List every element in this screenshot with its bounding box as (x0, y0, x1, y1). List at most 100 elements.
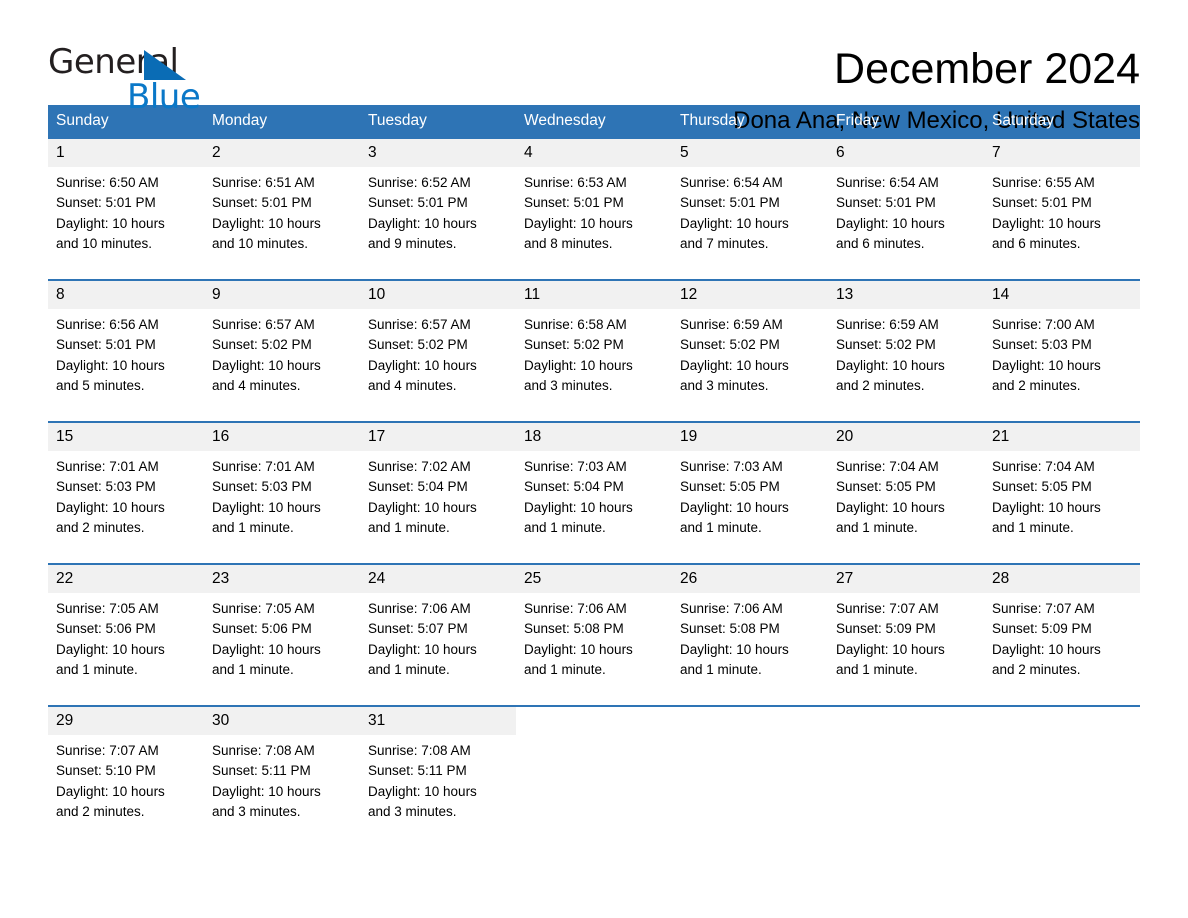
day-cell[interactable]: Sunrise: 7:05 AM Sunset: 5:06 PM Daylight:… (48, 593, 204, 706)
daylight-text-line1: Daylight: 10 hours (524, 641, 633, 657)
day-cell[interactable]: Sunrise: 7:06 AM Sunset: 5:08 PM Daylight:… (516, 593, 672, 706)
day-number[interactable]: 31 (360, 707, 516, 735)
sunset-text: Sunset: 5:08 PM (680, 621, 780, 637)
week-detail-row: Sunrise: 7:07 AM Sunset: 5:10 PM Daylight:… (48, 735, 1140, 847)
daylight-text-line2: and 10 minutes. (56, 235, 153, 251)
daylight-text-line1: Daylight: 10 hours (368, 783, 477, 799)
day-cell[interactable]: Sunrise: 6:57 AM Sunset: 5:02 PM Daylight:… (360, 309, 516, 422)
sunrise-text: Sunrise: 7:05 AM (56, 601, 159, 616)
day-number[interactable]: 10 (360, 281, 516, 309)
day-number[interactable]: 18 (516, 423, 672, 451)
daylight-text-line1: Daylight: 10 hours (212, 499, 321, 515)
day-number[interactable]: 29 (48, 707, 204, 735)
day-cell[interactable]: Sunrise: 6:54 AM Sunset: 5:01 PM Daylight:… (828, 167, 984, 280)
generalblue-logo[interactable]: General Blue (48, 42, 201, 117)
page-title: December 2024 (834, 45, 1140, 93)
day-number[interactable]: 4 (516, 139, 672, 167)
day-number[interactable]: 14 (984, 281, 1140, 309)
day-cell[interactable]: Sunrise: 6:59 AM Sunset: 5:02 PM Daylight:… (828, 309, 984, 422)
daylight-text-line2: and 4 minutes. (368, 377, 457, 393)
day-cell[interactable]: Sunrise: 6:53 AM Sunset: 5:01 PM Daylight:… (516, 167, 672, 280)
day-number[interactable]: 26 (672, 565, 828, 593)
day-number[interactable]: 30 (204, 707, 360, 735)
daylight-text-line2: and 1 minute. (368, 661, 450, 677)
day-cell[interactable]: Sunrise: 6:50 AM Sunset: 5:01 PM Daylight:… (48, 167, 204, 280)
triangle-icon (144, 50, 186, 80)
week-daynumber-row: 1234567 (48, 139, 1140, 167)
day-cell[interactable]: Sunrise: 6:56 AM Sunset: 5:01 PM Daylight:… (48, 309, 204, 422)
sunset-text: Sunset: 5:01 PM (56, 195, 156, 211)
day-number[interactable]: 9 (204, 281, 360, 309)
sunset-text: Sunset: 5:11 PM (368, 763, 467, 779)
day-number[interactable]: 1 (48, 139, 204, 167)
daylight-text-line2: and 8 minutes. (524, 235, 613, 251)
day-cell[interactable]: Sunrise: 6:51 AM Sunset: 5:01 PM Daylight:… (204, 167, 360, 280)
day-cell[interactable]: Sunrise: 7:07 AM Sunset: 5:10 PM Daylight:… (48, 735, 204, 847)
day-cell[interactable]: Sunrise: 7:08 AM Sunset: 5:11 PM Daylight:… (360, 735, 516, 847)
day-number[interactable]: 8 (48, 281, 204, 309)
daylight-text-line2: and 5 minutes. (56, 377, 145, 393)
day-cell[interactable]: Sunrise: 7:03 AM Sunset: 5:05 PM Daylight:… (672, 451, 828, 564)
day-number[interactable]: 25 (516, 565, 672, 593)
daylight-text-line2: and 2 minutes. (992, 661, 1081, 677)
daylight-text-line1: Daylight: 10 hours (992, 499, 1101, 515)
sunrise-text: Sunrise: 7:06 AM (524, 601, 627, 616)
sunrise-text: Sunrise: 6:57 AM (368, 317, 471, 332)
day-cell[interactable]: Sunrise: 7:07 AM Sunset: 5:09 PM Daylight:… (828, 593, 984, 706)
day-number[interactable]: 16 (204, 423, 360, 451)
day-number[interactable]: 12 (672, 281, 828, 309)
day-cell[interactable]: Sunrise: 7:01 AM Sunset: 5:03 PM Daylight:… (204, 451, 360, 564)
daylight-text-line1: Daylight: 10 hours (212, 215, 321, 231)
daylight-text-line2: and 4 minutes. (212, 377, 301, 393)
day-number[interactable]: 21 (984, 423, 1140, 451)
daylight-text-line2: and 1 minute. (992, 519, 1074, 535)
daylight-text-line2: and 7 minutes. (680, 235, 769, 251)
day-cell[interactable]: Sunrise: 6:55 AM Sunset: 5:01 PM Daylight:… (984, 167, 1140, 280)
sunrise-text: Sunrise: 7:02 AM (368, 459, 471, 474)
day-cell[interactable]: Sunrise: 7:04 AM Sunset: 5:05 PM Daylight:… (984, 451, 1140, 564)
daylight-text-line2: and 3 minutes. (212, 803, 301, 819)
day-cell[interactable]: Sunrise: 7:03 AM Sunset: 5:04 PM Daylight:… (516, 451, 672, 564)
day-number[interactable]: 19 (672, 423, 828, 451)
day-number[interactable]: 17 (360, 423, 516, 451)
day-cell[interactable]: Sunrise: 6:52 AM Sunset: 5:01 PM Daylight:… (360, 167, 516, 280)
day-cell[interactable]: Sunrise: 7:00 AM Sunset: 5:03 PM Daylight:… (984, 309, 1140, 422)
day-cell[interactable]: Sunrise: 7:06 AM Sunset: 5:07 PM Daylight:… (360, 593, 516, 706)
day-cell[interactable]: Sunrise: 6:58 AM Sunset: 5:02 PM Daylight:… (516, 309, 672, 422)
sunset-text: Sunset: 5:02 PM (368, 337, 468, 353)
day-number[interactable]: 20 (828, 423, 984, 451)
day-cell[interactable]: Sunrise: 6:54 AM Sunset: 5:01 PM Daylight:… (672, 167, 828, 280)
empty-day-number (828, 707, 984, 735)
empty-day-number (516, 707, 672, 735)
day-number[interactable]: 27 (828, 565, 984, 593)
day-number[interactable]: 7 (984, 139, 1140, 167)
day-cell[interactable]: Sunrise: 7:08 AM Sunset: 5:11 PM Daylight:… (204, 735, 360, 847)
empty-day-number (672, 707, 828, 735)
day-number[interactable]: 6 (828, 139, 984, 167)
daylight-text-line2: and 1 minute. (680, 661, 762, 677)
day-number[interactable]: 5 (672, 139, 828, 167)
day-number[interactable]: 11 (516, 281, 672, 309)
sunrise-text: Sunrise: 7:01 AM (56, 459, 159, 474)
day-cell[interactable]: Sunrise: 7:02 AM Sunset: 5:04 PM Daylight:… (360, 451, 516, 564)
day-cell[interactable]: Sunrise: 7:04 AM Sunset: 5:05 PM Daylight:… (828, 451, 984, 564)
day-cell[interactable]: Sunrise: 7:05 AM Sunset: 5:06 PM Daylight:… (204, 593, 360, 706)
day-number[interactable]: 15 (48, 423, 204, 451)
day-number[interactable]: 3 (360, 139, 516, 167)
day-cell[interactable]: Sunrise: 7:01 AM Sunset: 5:03 PM Daylight:… (48, 451, 204, 564)
day-cell[interactable]: Sunrise: 7:07 AM Sunset: 5:09 PM Daylight:… (984, 593, 1140, 706)
day-number[interactable]: 13 (828, 281, 984, 309)
sunset-text: Sunset: 5:02 PM (836, 337, 936, 353)
day-cell[interactable]: Sunrise: 6:57 AM Sunset: 5:02 PM Daylight:… (204, 309, 360, 422)
day-cell[interactable]: Sunrise: 6:59 AM Sunset: 5:02 PM Daylight:… (672, 309, 828, 422)
daylight-text-line2: and 3 minutes. (368, 803, 457, 819)
day-number[interactable]: 2 (204, 139, 360, 167)
day-number[interactable]: 24 (360, 565, 516, 593)
day-number[interactable]: 23 (204, 565, 360, 593)
daylight-text-line2: and 1 minute. (524, 661, 606, 677)
day-cell[interactable]: Sunrise: 7:06 AM Sunset: 5:08 PM Daylight:… (672, 593, 828, 706)
day-number[interactable]: 22 (48, 565, 204, 593)
day-number[interactable]: 28 (984, 565, 1140, 593)
daylight-text-line2: and 2 minutes. (992, 377, 1081, 393)
sunset-text: Sunset: 5:03 PM (992, 337, 1092, 353)
